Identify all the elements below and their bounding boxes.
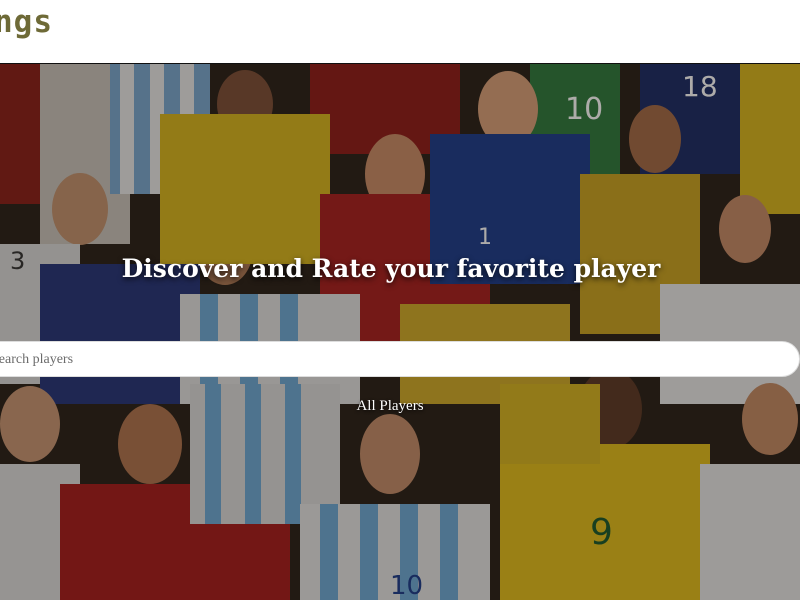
search-input[interactable] — [0, 342, 781, 378]
hero-title: Discover and Rate your favorite player — [121, 254, 661, 283]
site-header: ngs — [0, 0, 800, 64]
all-players-link[interactable]: All Players — [0, 398, 780, 415]
hero-dark-overlay — [0, 64, 800, 600]
site-logo[interactable]: ngs — [0, 4, 53, 40]
search-bar[interactable] — [0, 341, 800, 378]
hero-section: 18 10 3 1 9 10 Discover and Rate your fa… — [0, 64, 800, 600]
